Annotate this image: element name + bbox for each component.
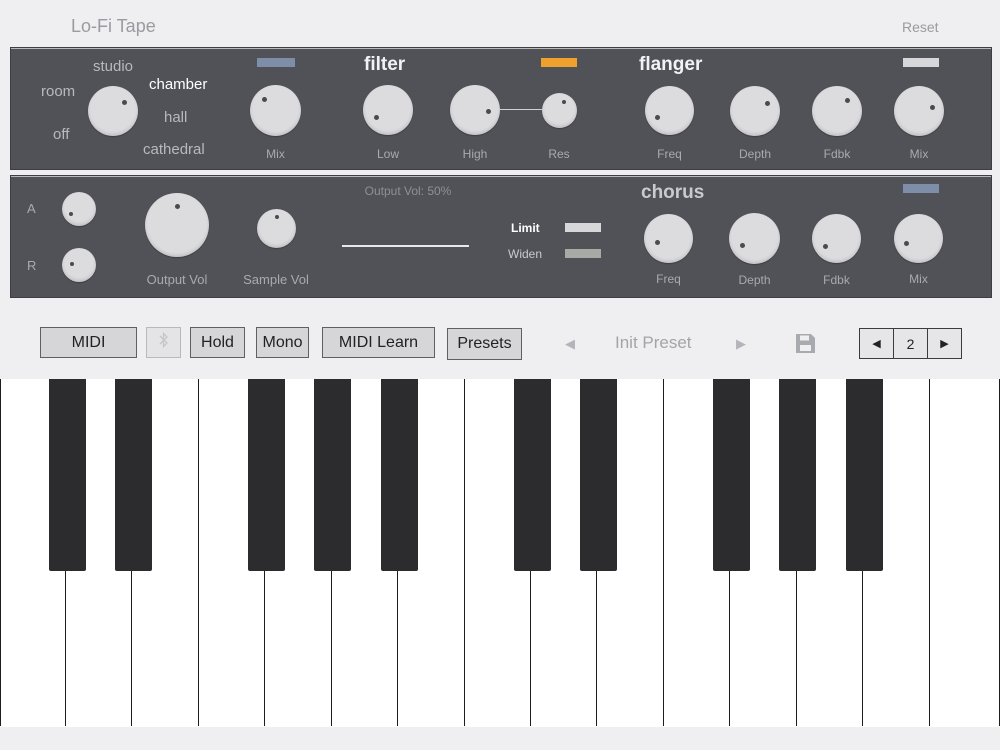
- filter-low-label: Low: [376, 147, 399, 161]
- hold-button[interactable]: Hold: [190, 327, 245, 358]
- flanger-mix-knob[interactable]: [894, 86, 944, 136]
- reverb-mix-knob[interactable]: [250, 85, 301, 136]
- chorus-mix-knob[interactable]: [894, 214, 943, 263]
- chorus-mix-label: Mix: [909, 272, 928, 286]
- mono-button[interactable]: Mono: [256, 327, 309, 358]
- octave-value: 2: [894, 329, 928, 358]
- reverb-type-knob[interactable]: [88, 86, 138, 136]
- effects-panel-top: studio room chamber hall off cathedral M…: [10, 47, 992, 170]
- chorus-freq-label: Freq: [656, 272, 681, 286]
- reverb-option-cathedral[interactable]: cathedral: [143, 141, 205, 158]
- reverb-option-off[interactable]: off: [53, 126, 69, 143]
- reverb-mix-label: Mix: [266, 147, 285, 161]
- sample-vol-label: Sample Vol: [243, 272, 309, 287]
- flanger-freq-label: Freq: [657, 147, 682, 161]
- attack-label: A: [27, 201, 36, 216]
- triangle-left-icon: ◀: [872, 338, 881, 350]
- output-vol-knob[interactable]: [145, 193, 209, 257]
- flanger-mix-label: Mix: [909, 147, 929, 161]
- output-level-meter: [342, 245, 469, 247]
- filter-title: filter: [364, 54, 406, 75]
- filter-high-label: High: [462, 147, 488, 161]
- flanger-fdbk-knob[interactable]: [812, 86, 862, 136]
- reverb-option-chamber[interactable]: chamber: [149, 76, 207, 93]
- flanger-title: flanger: [639, 54, 703, 75]
- black-key[interactable]: [779, 379, 816, 571]
- flanger-freq-knob[interactable]: [645, 86, 694, 135]
- bluetooth-icon: [159, 331, 169, 353]
- flanger-fdbk-label: Fdbk: [823, 147, 851, 161]
- output-vol-label: Output Vol: [146, 272, 208, 287]
- black-key[interactable]: [115, 379, 152, 571]
- sample-vol-knob[interactable]: [257, 209, 296, 248]
- reset-button[interactable]: Reset: [902, 19, 939, 35]
- piano-keyboard: [0, 379, 1000, 728]
- black-key[interactable]: [314, 379, 351, 571]
- filter-low-knob[interactable]: [363, 85, 413, 135]
- widen-label: Widen: [508, 247, 543, 261]
- filter-enable-toggle[interactable]: [541, 58, 577, 67]
- chorus-freq-knob[interactable]: [644, 214, 693, 263]
- app-title: Lo-Fi Tape: [71, 16, 156, 36]
- chorus-enable-toggle[interactable]: [903, 184, 939, 193]
- black-key[interactable]: [514, 379, 551, 571]
- effects-panel-bottom: A R Output Vol Sample Vol Output Vol: 50…: [10, 175, 992, 298]
- bluetooth-button[interactable]: [146, 327, 181, 358]
- reverb-option-hall[interactable]: hall: [164, 109, 187, 126]
- attack-knob[interactable]: [62, 192, 96, 226]
- next-preset-button[interactable]: ▶: [736, 336, 746, 352]
- octave-down-button[interactable]: ◀: [860, 329, 894, 358]
- black-key[interactable]: [580, 379, 617, 571]
- chorus-depth-label: Depth: [738, 273, 771, 287]
- save-preset-button[interactable]: [795, 333, 816, 359]
- midi-button[interactable]: MIDI: [40, 327, 137, 358]
- output-vol-readout: Output Vol: 50%: [364, 184, 452, 198]
- flanger-depth-label: Depth: [738, 147, 772, 161]
- chorus-fdbk-label: Fdbk: [823, 273, 850, 287]
- chorus-depth-knob[interactable]: [729, 213, 780, 264]
- midi-learn-button[interactable]: MIDI Learn: [322, 327, 435, 358]
- widen-toggle[interactable]: [565, 249, 601, 258]
- flanger-enable-toggle[interactable]: [903, 58, 939, 67]
- triangle-right-icon: ▶: [736, 336, 746, 351]
- reverb-option-studio[interactable]: studio: [93, 58, 133, 75]
- black-key[interactable]: [248, 379, 285, 571]
- white-key[interactable]: [930, 379, 1000, 726]
- reverb-option-room[interactable]: room: [41, 83, 75, 100]
- triangle-right-icon: ▶: [940, 338, 949, 350]
- preset-name: Init Preset: [615, 333, 692, 352]
- black-key[interactable]: [846, 379, 883, 571]
- black-key[interactable]: [381, 379, 418, 571]
- limit-label: Limit: [511, 221, 540, 235]
- filter-link-line: [500, 109, 542, 110]
- octave-selector: ◀ 2 ▶: [859, 328, 962, 359]
- filter-high-knob[interactable]: [450, 85, 500, 135]
- presets-button[interactable]: Presets: [447, 328, 522, 360]
- floppy-disk-icon: [795, 334, 816, 358]
- octave-up-button[interactable]: ▶: [928, 329, 961, 358]
- chorus-fdbk-knob[interactable]: [812, 214, 861, 263]
- limit-toggle[interactable]: [565, 223, 601, 232]
- black-key[interactable]: [49, 379, 86, 571]
- flanger-depth-knob[interactable]: [730, 86, 780, 136]
- filter-res-knob[interactable]: [542, 93, 577, 128]
- triangle-left-icon: ◀: [565, 336, 575, 351]
- filter-res-label: Res: [548, 147, 570, 161]
- release-label: R: [27, 258, 37, 273]
- prev-preset-button[interactable]: ◀: [565, 336, 575, 352]
- black-key[interactable]: [713, 379, 750, 571]
- release-knob[interactable]: [62, 248, 96, 282]
- chorus-title: chorus: [641, 182, 705, 203]
- reverb-enable-toggle[interactable]: [257, 58, 295, 67]
- keyboard-footer: [0, 727, 1000, 750]
